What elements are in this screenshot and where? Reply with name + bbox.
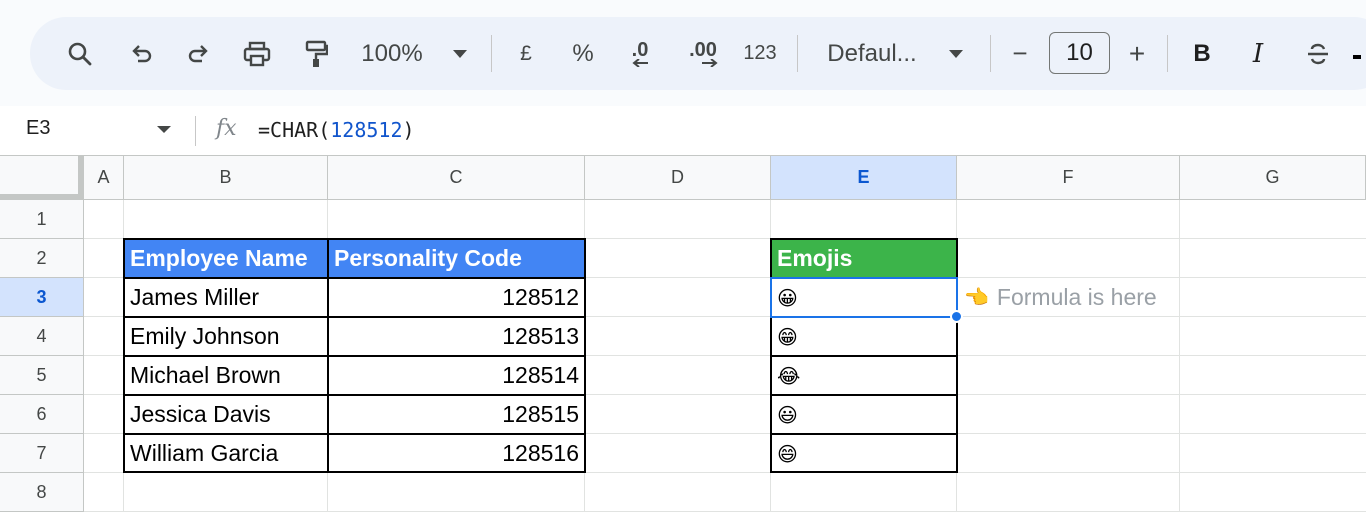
pointing-hand-icon: 👈 <box>964 287 989 309</box>
table-border <box>770 394 958 396</box>
separator <box>491 35 492 72</box>
name-box[interactable]: E3 <box>26 117 50 140</box>
fill-handle[interactable] <box>950 310 963 323</box>
cell-code[interactable]: 128515 <box>328 395 585 434</box>
cell-code[interactable]: 128513 <box>328 317 585 356</box>
header-cell-personality-code[interactable]: Personality Code <box>328 239 585 278</box>
column-header-d[interactable]: D <box>585 156 771 200</box>
toolbar-area: 100% £ % .0 .00 123 Defaul... − + B I 10 <box>0 0 1366 106</box>
table-border <box>123 238 125 473</box>
table-border <box>584 238 586 473</box>
table-border <box>770 355 958 357</box>
toolbar: 100% £ % .0 .00 123 Defaul... − + B I <box>30 17 1366 90</box>
table-border <box>770 316 958 318</box>
cell-emoji[interactable]: 😄 <box>771 434 957 473</box>
formula-note[interactable]: 👈 Formula is here <box>964 278 1157 317</box>
column-header-b[interactable]: B <box>124 156 328 200</box>
row-header-3[interactable]: 3 <box>0 278 84 317</box>
cell-emoji[interactable]: 😁 <box>771 317 957 356</box>
print-icon[interactable] <box>236 17 278 90</box>
increase-font-size-button[interactable]: + <box>1122 17 1152 90</box>
currency-button[interactable]: £ <box>512 17 540 90</box>
zoom-dropdown-icon[interactable] <box>448 17 472 90</box>
row-header-4[interactable]: 4 <box>0 317 84 356</box>
row-header-8[interactable]: 8 <box>0 473 84 512</box>
cell-name[interactable]: William Garcia <box>124 434 328 473</box>
column-header-f[interactable]: F <box>957 156 1180 200</box>
formula-note-text: Formula is here <box>996 284 1157 310</box>
row-header-2[interactable]: 2 <box>0 239 84 278</box>
cell-name[interactable]: James Miller <box>124 278 328 317</box>
cell-name[interactable]: Jessica Davis <box>124 395 328 434</box>
gridline <box>1179 200 1180 512</box>
cell-name[interactable]: Emily Johnson <box>124 317 328 356</box>
italic-button[interactable]: I <box>1246 17 1270 90</box>
sheet-grid: A B C D E F G 1 2 3 4 5 6 7 8 Employee N… <box>0 156 1366 512</box>
cell-emoji[interactable]: 😂 <box>771 356 957 395</box>
separator <box>1167 35 1168 72</box>
separator <box>797 35 798 72</box>
table-border <box>770 238 958 240</box>
font-size-input[interactable]: 10 <box>1049 32 1110 74</box>
strikethrough-icon[interactable] <box>1302 17 1334 90</box>
cell-code[interactable]: 128512 <box>328 278 585 317</box>
header-cell-employee-name[interactable]: Employee Name <box>124 239 328 278</box>
row-header-1[interactable]: 1 <box>0 200 84 239</box>
font-select[interactable]: Defaul... <box>820 17 924 90</box>
bold-button[interactable]: B <box>1190 17 1214 90</box>
table-border <box>123 277 586 279</box>
cell-name[interactable]: Michael Brown <box>124 356 328 395</box>
percent-button[interactable]: % <box>568 17 598 90</box>
column-header-e[interactable]: E <box>771 156 957 200</box>
select-all-corner[interactable] <box>0 156 84 200</box>
decrease-decimal-button[interactable]: .0 <box>620 17 660 90</box>
row-header-6[interactable]: 6 <box>0 395 84 434</box>
undo-icon[interactable] <box>122 17 162 90</box>
table-border <box>123 433 586 435</box>
formula-prefix: =CHAR( <box>258 118 331 142</box>
increase-decimal-button[interactable]: .00 <box>680 17 726 90</box>
formula-bar: E3 fx =CHAR(128512) <box>0 106 1366 156</box>
table-border <box>956 238 958 473</box>
cell-emoji[interactable]: 😀 <box>771 278 957 317</box>
table-border <box>770 238 772 473</box>
table-border <box>770 433 958 435</box>
formula-input[interactable]: =CHAR(128512) <box>258 118 415 142</box>
cell-emoji[interactable]: 😃 <box>771 395 957 434</box>
table-border <box>327 238 329 473</box>
paint-format-icon[interactable] <box>296 17 336 90</box>
table-border <box>123 316 586 318</box>
function-icon: fx <box>216 116 237 141</box>
row-header-7[interactable]: 7 <box>0 434 84 473</box>
column-header-a[interactable]: A <box>84 156 124 200</box>
table-border <box>123 394 586 396</box>
table-border <box>123 471 586 473</box>
redo-icon[interactable] <box>178 17 218 90</box>
zoom-select[interactable]: 100% <box>356 17 428 90</box>
table-border <box>770 471 958 473</box>
cell-code[interactable]: 128516 <box>328 434 585 473</box>
text-color-icon[interactable] <box>1352 17 1362 90</box>
table-border <box>123 238 586 240</box>
font-dropdown-icon[interactable] <box>944 17 968 90</box>
more-formats-button[interactable]: 123 <box>738 17 782 90</box>
search-icon[interactable] <box>60 17 100 90</box>
formula-suffix: ) <box>402 118 415 142</box>
formula-number: 128512 <box>330 118 403 142</box>
separator <box>990 35 991 72</box>
header-cell-emojis[interactable]: Emojis <box>771 239 957 278</box>
column-header-c[interactable]: C <box>328 156 585 200</box>
table-border <box>123 355 586 357</box>
separator <box>195 116 196 146</box>
row-header-5[interactable]: 5 <box>0 356 84 395</box>
column-header-g[interactable]: G <box>1180 156 1366 200</box>
decrease-font-size-button[interactable]: − <box>1006 17 1034 90</box>
name-box-dropdown-icon[interactable] <box>157 126 171 133</box>
cell-code[interactable]: 128514 <box>328 356 585 395</box>
